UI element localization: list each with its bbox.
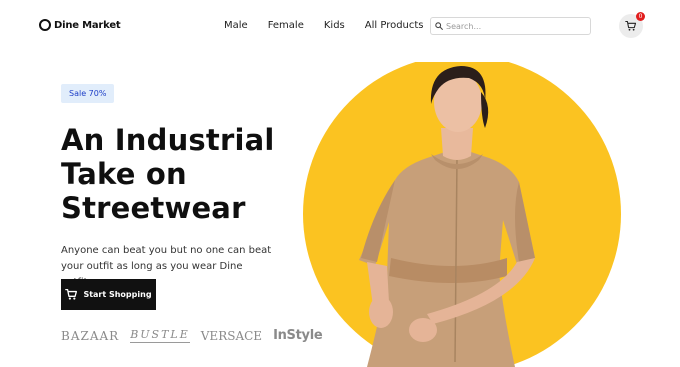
shopping-cart-icon	[65, 288, 78, 300]
site-logo[interactable]: Dine Market	[39, 19, 121, 31]
headline-line-3: Streetwear	[61, 191, 246, 225]
sale-badge: Sale 70%	[61, 84, 115, 103]
headline-line-1: An Industrial	[61, 123, 275, 157]
cart-button[interactable]: 0	[619, 12, 645, 38]
start-shopping-label: Start Shopping	[83, 290, 152, 299]
top-navbar: Dine Market Male Female Kids All Product…	[0, 0, 680, 52]
nav-link-all-products[interactable]: All Products	[365, 20, 424, 31]
start-shopping-button[interactable]: Start Shopping	[61, 279, 156, 310]
brand-logos: BAZAAR BUSTLE VERSACE InStyle	[61, 328, 323, 343]
hero-content: Sale 70% An Industrial Take on Streetwea…	[61, 81, 301, 291]
cart-count-badge: 0	[636, 12, 645, 21]
search-icon	[435, 22, 443, 30]
headline-line-2: Take on	[61, 157, 187, 191]
brand-logo-versace: VERSACE	[200, 328, 263, 343]
main-menu: Male Female Kids All Products	[224, 20, 424, 31]
brand-logo-bazaar: BAZAAR	[61, 328, 120, 343]
nav-link-kids[interactable]: Kids	[324, 20, 345, 31]
hero-headline: An Industrial Take on Streetwear	[61, 123, 301, 225]
brand-logo-bustle: BUSTLE	[130, 328, 190, 343]
nav-link-female[interactable]: Female	[268, 20, 304, 31]
shopping-cart-icon	[625, 20, 637, 31]
ring-logo-icon	[39, 19, 51, 31]
nav-link-male[interactable]: Male	[224, 20, 248, 31]
search-input[interactable]	[446, 21, 586, 31]
search-bar	[430, 17, 591, 35]
hero-image	[303, 62, 621, 367]
logo-text: Dine Market	[54, 19, 121, 31]
